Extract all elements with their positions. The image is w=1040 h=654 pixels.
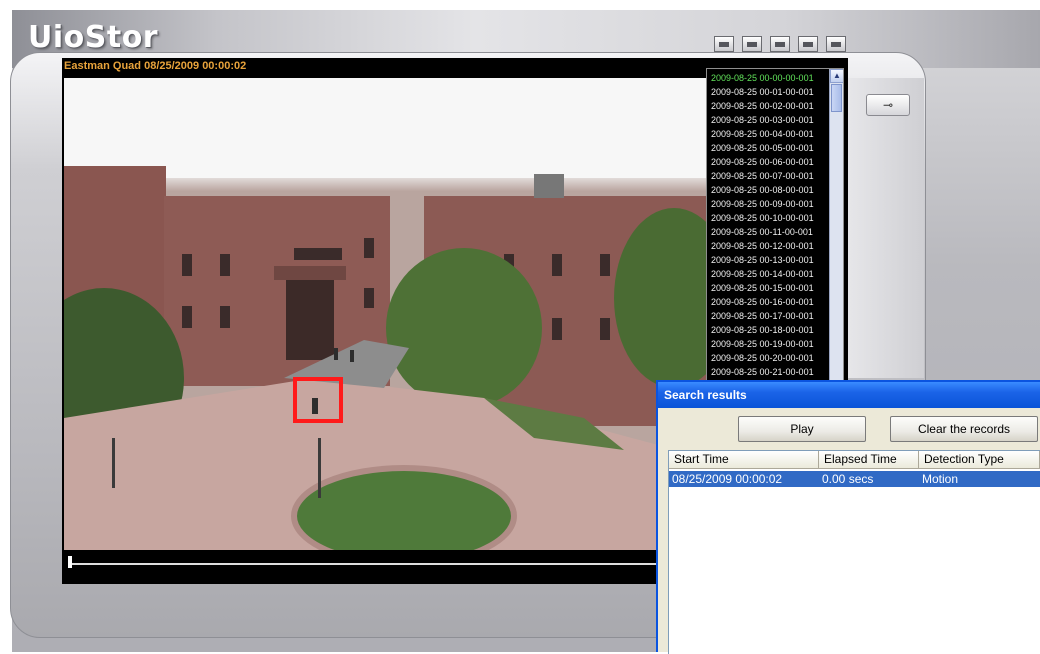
time-list-item[interactable]: 2009-08-25 00-07-00-001 <box>711 169 827 183</box>
time-list-item[interactable]: 2009-08-25 00-02-00-001 <box>711 99 827 113</box>
settings-tool-button[interactable]: ⊸ <box>866 94 910 116</box>
time-list-item[interactable]: 2009-08-25 00-13-00-001 <box>711 253 827 267</box>
scroll-thumb[interactable] <box>831 84 842 112</box>
time-list-item[interactable]: 2009-08-25 00-16-00-001 <box>711 295 827 309</box>
save-icon[interactable] <box>742 36 762 52</box>
column-header-elapsed-time[interactable]: Elapsed Time <box>819 451 919 469</box>
clear-records-button[interactable]: Clear the records <box>890 416 1038 442</box>
time-list-item[interactable]: 2009-08-25 00-15-00-001 <box>711 281 827 295</box>
time-list-item[interactable]: 2009-08-25 00-09-00-001 <box>711 197 827 211</box>
time-list-item[interactable]: 2009-08-25 00-00-00-001 <box>711 71 827 85</box>
right-control-panel <box>842 78 924 378</box>
time-list-item[interactable]: 2009-08-25 00-14-00-001 <box>711 267 827 281</box>
print-icon[interactable] <box>798 36 818 52</box>
time-list-item[interactable]: 2009-08-25 00-01-00-001 <box>711 85 827 99</box>
play-button[interactable]: Play <box>738 416 866 442</box>
app-logo: UioStor <box>28 20 159 55</box>
zip-icon[interactable] <box>770 36 790 52</box>
cell-start-time: 08/25/2009 00:00:02 <box>672 472 783 486</box>
time-list-item[interactable]: 2009-08-25 00-04-00-001 <box>711 127 827 141</box>
time-list-item[interactable]: 2009-08-25 00-17-00-001 <box>711 309 827 323</box>
time-list-item[interactable]: 2009-08-25 00-11-00-001 <box>711 225 827 239</box>
video-frame[interactable] <box>64 78 706 550</box>
cell-detection-type: Motion <box>922 472 959 486</box>
time-list-scrollbar[interactable]: ▲ <box>829 69 843 383</box>
search-results-window: Search results Play Clear the records St… <box>656 380 1040 654</box>
seek-track <box>70 563 700 565</box>
window-title: Search results <box>664 388 747 402</box>
campus-scene-image <box>64 78 706 550</box>
time-list-item[interactable]: 2009-08-25 00-08-00-001 <box>711 183 827 197</box>
time-list-item[interactable]: 2009-08-25 00-12-00-001 <box>711 239 827 253</box>
cell-elapsed-time: 0.00 secs <box>822 472 874 486</box>
column-header-detection-type[interactable]: Detection Type <box>919 451 1040 469</box>
time-list-item[interactable]: 2009-08-25 00-19-00-001 <box>711 337 827 351</box>
column-header-start-time[interactable]: Start Time <box>669 451 819 469</box>
time-list-items: 2009-08-25 00-00-00-001 2009-08-25 00-01-… <box>711 71 827 379</box>
time-list-item[interactable]: 2009-08-25 00-05-00-001 <box>711 141 827 155</box>
time-list-item[interactable]: 2009-08-25 00-20-00-001 <box>711 351 827 365</box>
time-list-item[interactable]: 2009-08-25 00-10-00-001 <box>711 211 827 225</box>
seek-bar[interactable] <box>64 551 706 573</box>
recording-time-list[interactable]: 2009-08-25 00-00-00-001 2009-08-25 00-01-… <box>706 68 844 384</box>
time-list-item[interactable]: 2009-08-25 00-06-00-001 <box>711 155 827 169</box>
snapshot-icon[interactable] <box>714 36 734 52</box>
seek-handle[interactable] <box>68 556 72 568</box>
table-header: Start Time Elapsed Time Detection Type <box>669 451 1040 469</box>
time-list-item[interactable]: 2009-08-25 00-03-00-001 <box>711 113 827 127</box>
scroll-up-icon[interactable]: ▲ <box>830 69 843 83</box>
results-table: Start Time Elapsed Time Detection Type 0… <box>668 450 1040 654</box>
motion-detection-box <box>293 377 343 423</box>
table-row[interactable]: 08/25/2009 00:00:02 0.00 secs Motion <box>669 471 1040 487</box>
time-list-item[interactable]: 2009-08-25 00-21-00-001 <box>711 365 827 379</box>
toolbar <box>714 36 846 52</box>
window-titlebar[interactable]: Search results <box>658 382 1040 408</box>
time-list-item[interactable]: 2009-08-25 00-18-00-001 <box>711 323 827 337</box>
fullscreen-icon[interactable] <box>826 36 846 52</box>
video-title: Eastman Quad 08/25/2009 00:00:02 <box>64 60 247 72</box>
